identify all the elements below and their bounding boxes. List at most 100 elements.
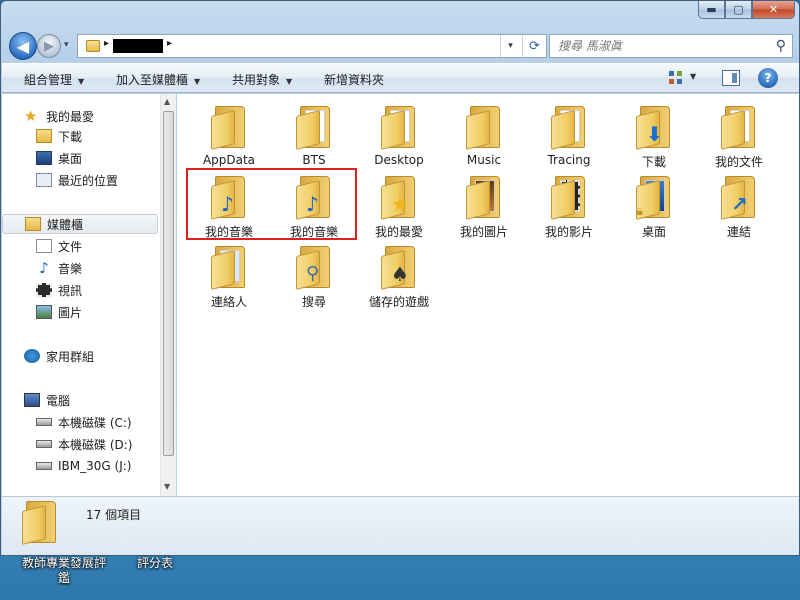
- minimize-button[interactable]: ▬: [698, 1, 725, 19]
- sidebar-item-libraries[interactable]: 媒體櫃: [2, 214, 158, 234]
- sidebar-item-drive-j[interactable]: IBM_30G (J:): [2, 456, 158, 476]
- folder-item[interactable]: ⚲ 搜尋: [272, 240, 356, 309]
- file-list: AppData BTS Desktop Music Tracing ⬇ 下載 我…: [177, 94, 799, 496]
- search-input[interactable]: [558, 36, 768, 56]
- sidebar-item-drive-d[interactable]: 本機磁碟 (D:): [2, 434, 158, 454]
- search-box[interactable]: ⚲: [549, 34, 793, 58]
- sidebar-item-label: 本機磁碟 (D:): [58, 437, 133, 452]
- view-options-dropdown[interactable]: ▼: [690, 72, 696, 81]
- folder-item[interactable]: 我的圖片: [442, 170, 526, 239]
- documents-folder-icon: [721, 106, 755, 150]
- sidebar-item-pictures[interactable]: 圖片: [2, 302, 158, 322]
- share-with-button[interactable]: 共用對象 ▼: [232, 71, 292, 88]
- pictures-folder-icon: [466, 176, 500, 220]
- refresh-icon[interactable]: ⟳: [522, 35, 546, 57]
- folder-label: 我的最愛: [374, 225, 423, 239]
- sidebar-item-documents[interactable]: 文件: [2, 236, 158, 256]
- forward-button[interactable]: ▶: [37, 34, 61, 58]
- chevron-down-icon: ▼: [78, 77, 85, 86]
- help-icon[interactable]: ?: [758, 68, 778, 88]
- sidebar-item-computer[interactable]: 電腦: [2, 390, 158, 410]
- searches-folder-icon: ⚲: [296, 246, 330, 290]
- navigation-scrollbar[interactable]: ▲ ▼: [160, 94, 176, 496]
- folder-item[interactable]: Tracing: [527, 100, 611, 167]
- folder-label: 下載: [641, 155, 666, 169]
- videos-folder-icon: [551, 176, 585, 220]
- preview-pane-icon[interactable]: [722, 70, 740, 86]
- sidebar-item-music[interactable]: ♪ 音樂: [2, 258, 158, 278]
- folder-icon: [86, 40, 100, 52]
- sidebar-item-desktop[interactable]: 桌面: [2, 148, 158, 168]
- sidebar-item-drive-c[interactable]: 本機磁碟 (C:): [2, 412, 158, 432]
- close-button[interactable]: ✕: [752, 1, 795, 19]
- include-in-library-button[interactable]: 加入至媒體櫃 ▼: [116, 71, 200, 88]
- sidebar-item-label: 桌面: [58, 151, 83, 166]
- sidebar-item-downloads[interactable]: 下載: [2, 126, 158, 146]
- search-icon[interactable]: ⚲: [776, 38, 786, 54]
- folder-item[interactable]: 連絡人: [187, 240, 271, 309]
- recent-places-icon: [36, 173, 52, 187]
- organize-button[interactable]: 組合管理 ▼: [24, 71, 84, 88]
- desktop-icon: [36, 151, 52, 165]
- folder-icon: [381, 106, 415, 150]
- scroll-up-icon[interactable]: ▲: [164, 97, 170, 106]
- item-count: 17 個項目: [86, 508, 142, 522]
- sidebar-item-videos[interactable]: 視訊: [2, 280, 158, 300]
- back-button[interactable]: ◀: [9, 32, 37, 60]
- folder-item[interactable]: 我的文件: [697, 100, 781, 169]
- folder-label: 儲存的遊戲: [368, 295, 429, 309]
- folder-item[interactable]: Music: [442, 100, 526, 167]
- sidebar-item-label: 音樂: [58, 261, 83, 276]
- desktop-icon-label[interactable]: 教師專業發展評鑑: [20, 556, 108, 586]
- scroll-down-icon[interactable]: ▼: [164, 482, 170, 491]
- folder-icon: [296, 106, 330, 150]
- folder-label: Music: [466, 153, 502, 167]
- sidebar-item-label: 本機磁碟 (C:): [58, 415, 132, 430]
- folder-item[interactable]: AppData: [187, 100, 271, 167]
- sidebar-item-label: 下載: [58, 129, 83, 144]
- breadcrumb-separator[interactable]: ▸: [167, 38, 172, 49]
- sidebar-item-homegroup[interactable]: 家用群組: [2, 346, 158, 366]
- desktop-icon-label[interactable]: 評分表: [130, 556, 180, 571]
- folder-item[interactable]: ♠ 儲存的遊戲: [357, 240, 441, 309]
- sidebar-item-label: 電腦: [46, 393, 71, 408]
- address-history-dropdown[interactable]: ▾: [500, 35, 520, 57]
- sidebar-item-label: 視訊: [58, 283, 83, 298]
- folder-item[interactable]: 我的影片: [527, 170, 611, 239]
- folder-label: Tracing: [547, 153, 591, 167]
- maximize-button[interactable]: ▢: [725, 1, 752, 19]
- include-label: 加入至媒體櫃: [116, 73, 189, 87]
- sidebar-item-label: 我的最愛: [46, 109, 95, 124]
- address-bar[interactable]: ▸ ▸ ▾ ⟳: [77, 34, 547, 58]
- favorites-folder-icon: ★: [381, 176, 415, 220]
- scrollbar-thumb[interactable]: [163, 111, 174, 456]
- folder-label: 我的影片: [544, 225, 593, 239]
- folder-label: 連絡人: [210, 295, 247, 309]
- breadcrumb-separator[interactable]: ▸: [104, 38, 109, 49]
- folder-item[interactable]: ⬇ 下載: [612, 100, 696, 169]
- sidebar-item-favorites[interactable]: ★ 我的最愛: [2, 106, 158, 126]
- folder-item[interactable]: ★ 我的最愛: [357, 170, 441, 239]
- music-note-icon: ♪: [39, 259, 49, 277]
- share-label: 共用對象: [232, 73, 281, 87]
- downloads-folder-icon: [36, 129, 52, 143]
- folder-icon: [211, 106, 245, 150]
- folder-item[interactable]: ↗ 連結: [697, 170, 781, 239]
- documents-icon: [36, 239, 52, 253]
- sidebar-item-recent-places[interactable]: 最近的位置: [2, 170, 158, 190]
- folder-item[interactable]: 🔒︎ 桌面: [612, 170, 696, 239]
- explorer-window: ▬ ▢ ✕ ◀ ▶ ▾ ▸ ▸ ▾ ⟳ ⚲ 組合管理 ▼ 加入至媒體櫃 ▼ 共用對象…: [0, 0, 800, 556]
- library-icon: [25, 217, 41, 231]
- star-icon: ★: [24, 107, 38, 125]
- recent-pages-dropdown[interactable]: ▾: [64, 40, 69, 50]
- new-folder-button[interactable]: 新增資料夾: [324, 71, 384, 88]
- sidebar-item-label: 最近的位置: [58, 173, 119, 188]
- caption-buttons: ▬ ▢ ✕: [698, 1, 795, 19]
- folder-item[interactable]: Desktop: [357, 100, 441, 167]
- picture-icon: [36, 305, 52, 319]
- folder-label: Desktop: [374, 153, 424, 167]
- details-pane: 17 個項目: [2, 496, 799, 555]
- folder-item[interactable]: BTS: [272, 100, 356, 167]
- change-view-icon[interactable]: [668, 70, 686, 86]
- homegroup-icon: [24, 349, 40, 363]
